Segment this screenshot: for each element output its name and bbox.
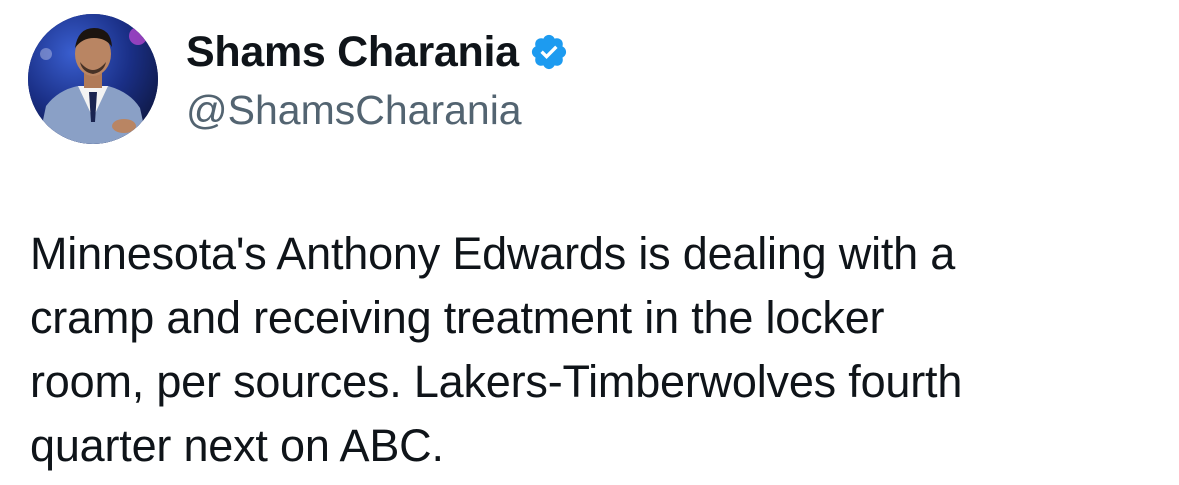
avatar-photo bbox=[28, 14, 158, 144]
avatar[interactable] bbox=[28, 14, 158, 144]
tweet-text-line: room, per sources. Lakers-Timberwolves f… bbox=[30, 356, 963, 407]
tweet-text-line: quarter next on ABC. bbox=[30, 420, 444, 471]
name-row: Shams Charania bbox=[186, 24, 569, 80]
tweet-text: Minnesota's Anthony Edwards is dealing w… bbox=[30, 222, 1160, 478]
verified-badge-icon bbox=[529, 32, 569, 72]
tweet-text-line: Minnesota's Anthony Edwards is dealing w… bbox=[30, 228, 956, 279]
tweet-card: Shams Charania @ShamsCharania Minnesota'… bbox=[0, 0, 1179, 485]
author-info: Shams Charania @ShamsCharania bbox=[186, 24, 569, 131]
author-display-name[interactable]: Shams Charania bbox=[186, 30, 519, 74]
tweet-header: Shams Charania @ShamsCharania bbox=[28, 14, 569, 144]
tweet-text-line: cramp and receiving treatment in the loc… bbox=[30, 292, 885, 343]
author-handle[interactable]: @ShamsCharania bbox=[186, 90, 569, 131]
